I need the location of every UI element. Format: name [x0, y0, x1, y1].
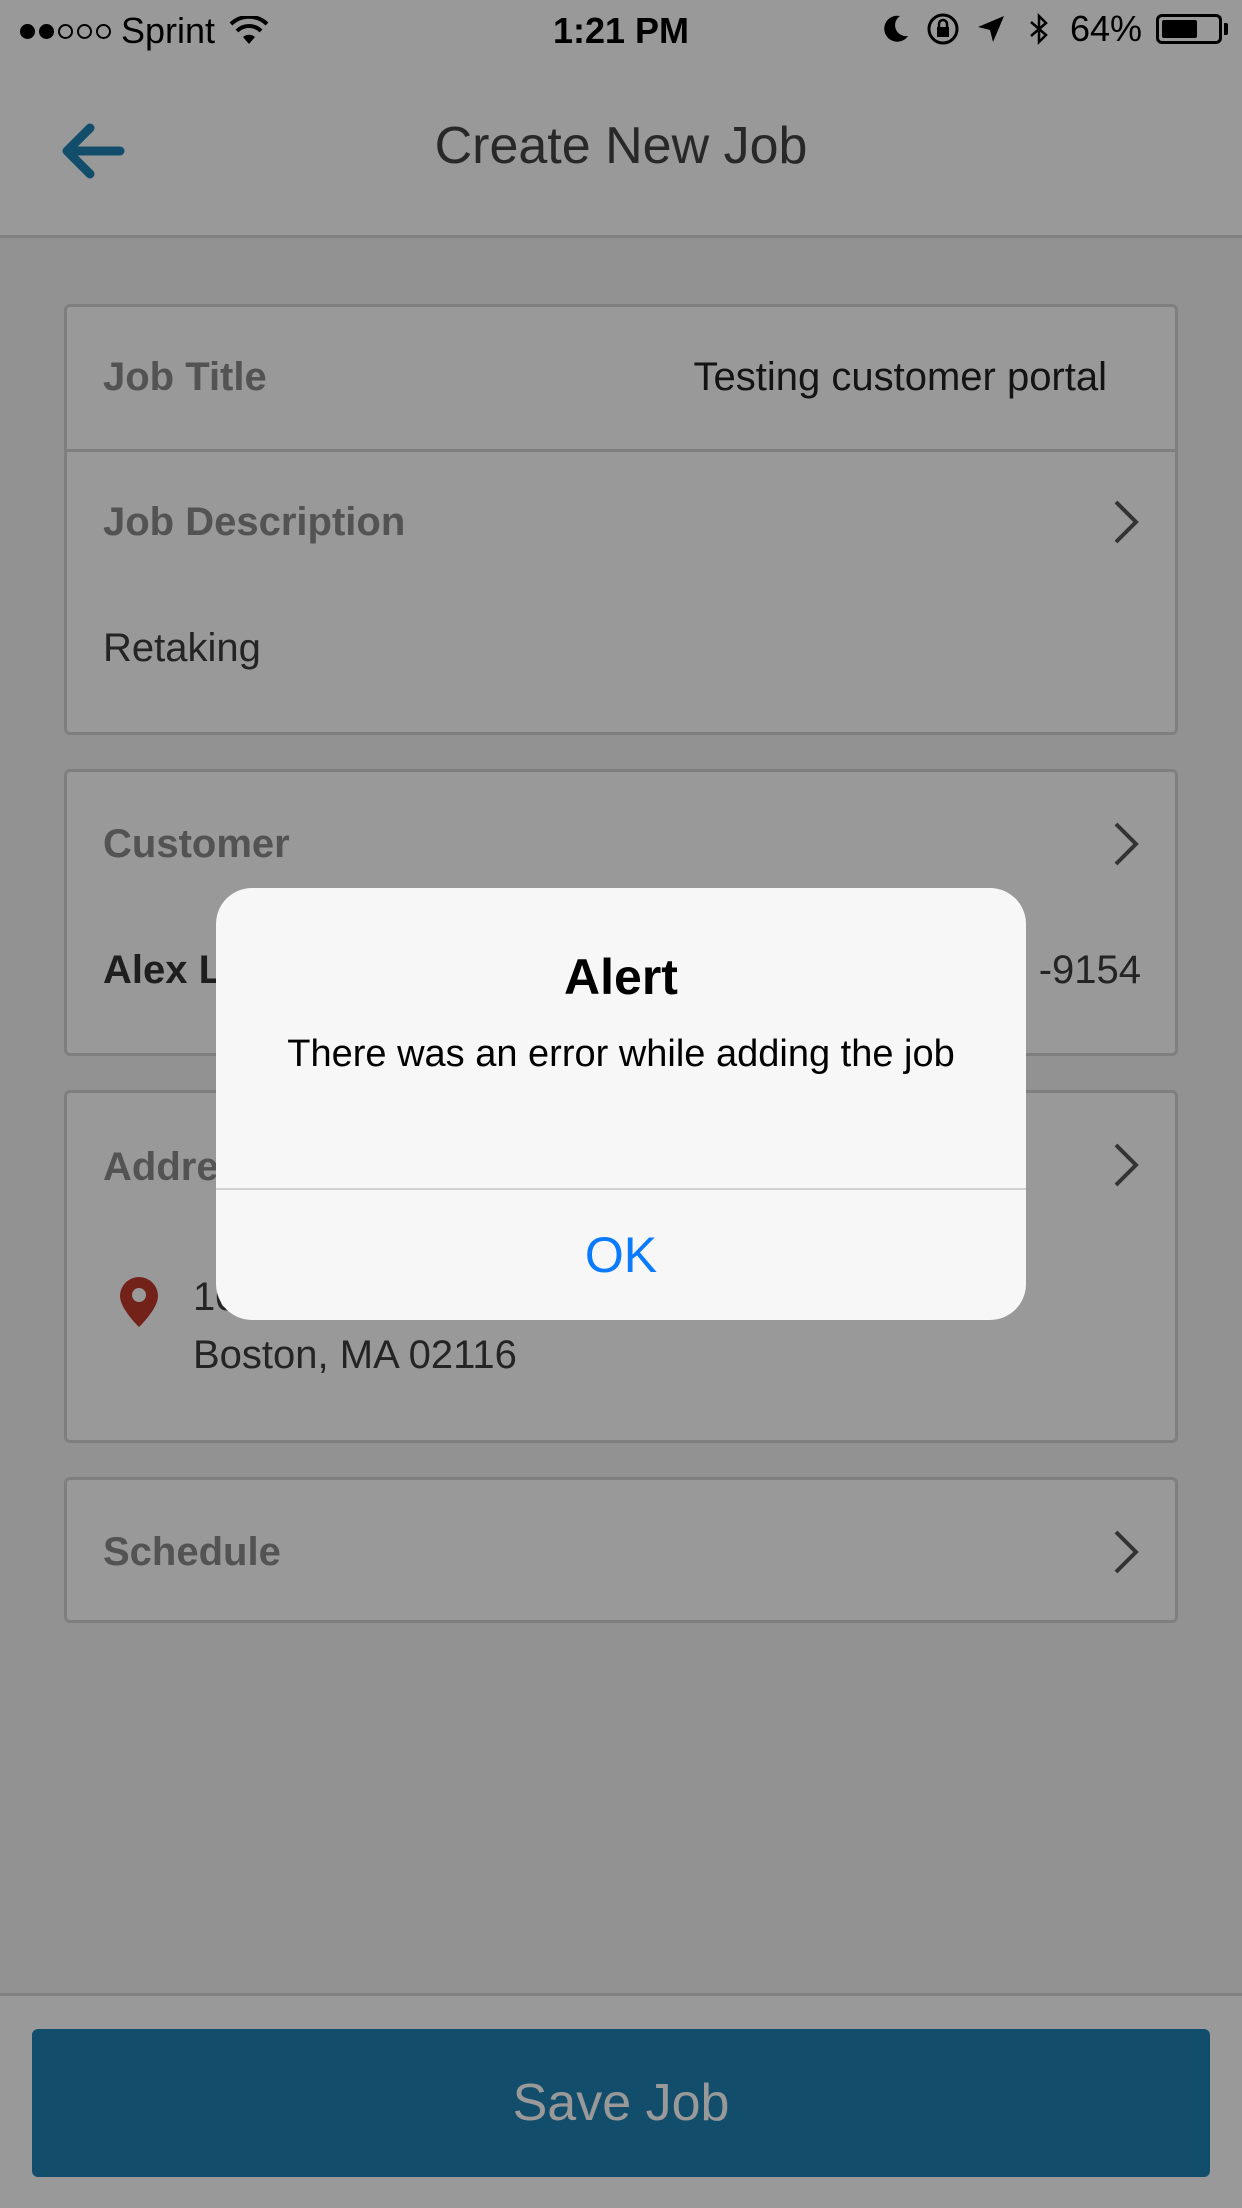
alert-dialog: Alert There was an error while adding th…	[216, 888, 1026, 1320]
alert-title: Alert	[564, 949, 678, 1005]
alert-ok-button[interactable]: OK	[216, 1190, 1026, 1320]
alert-message: There was an error while adding the job	[287, 1033, 955, 1075]
